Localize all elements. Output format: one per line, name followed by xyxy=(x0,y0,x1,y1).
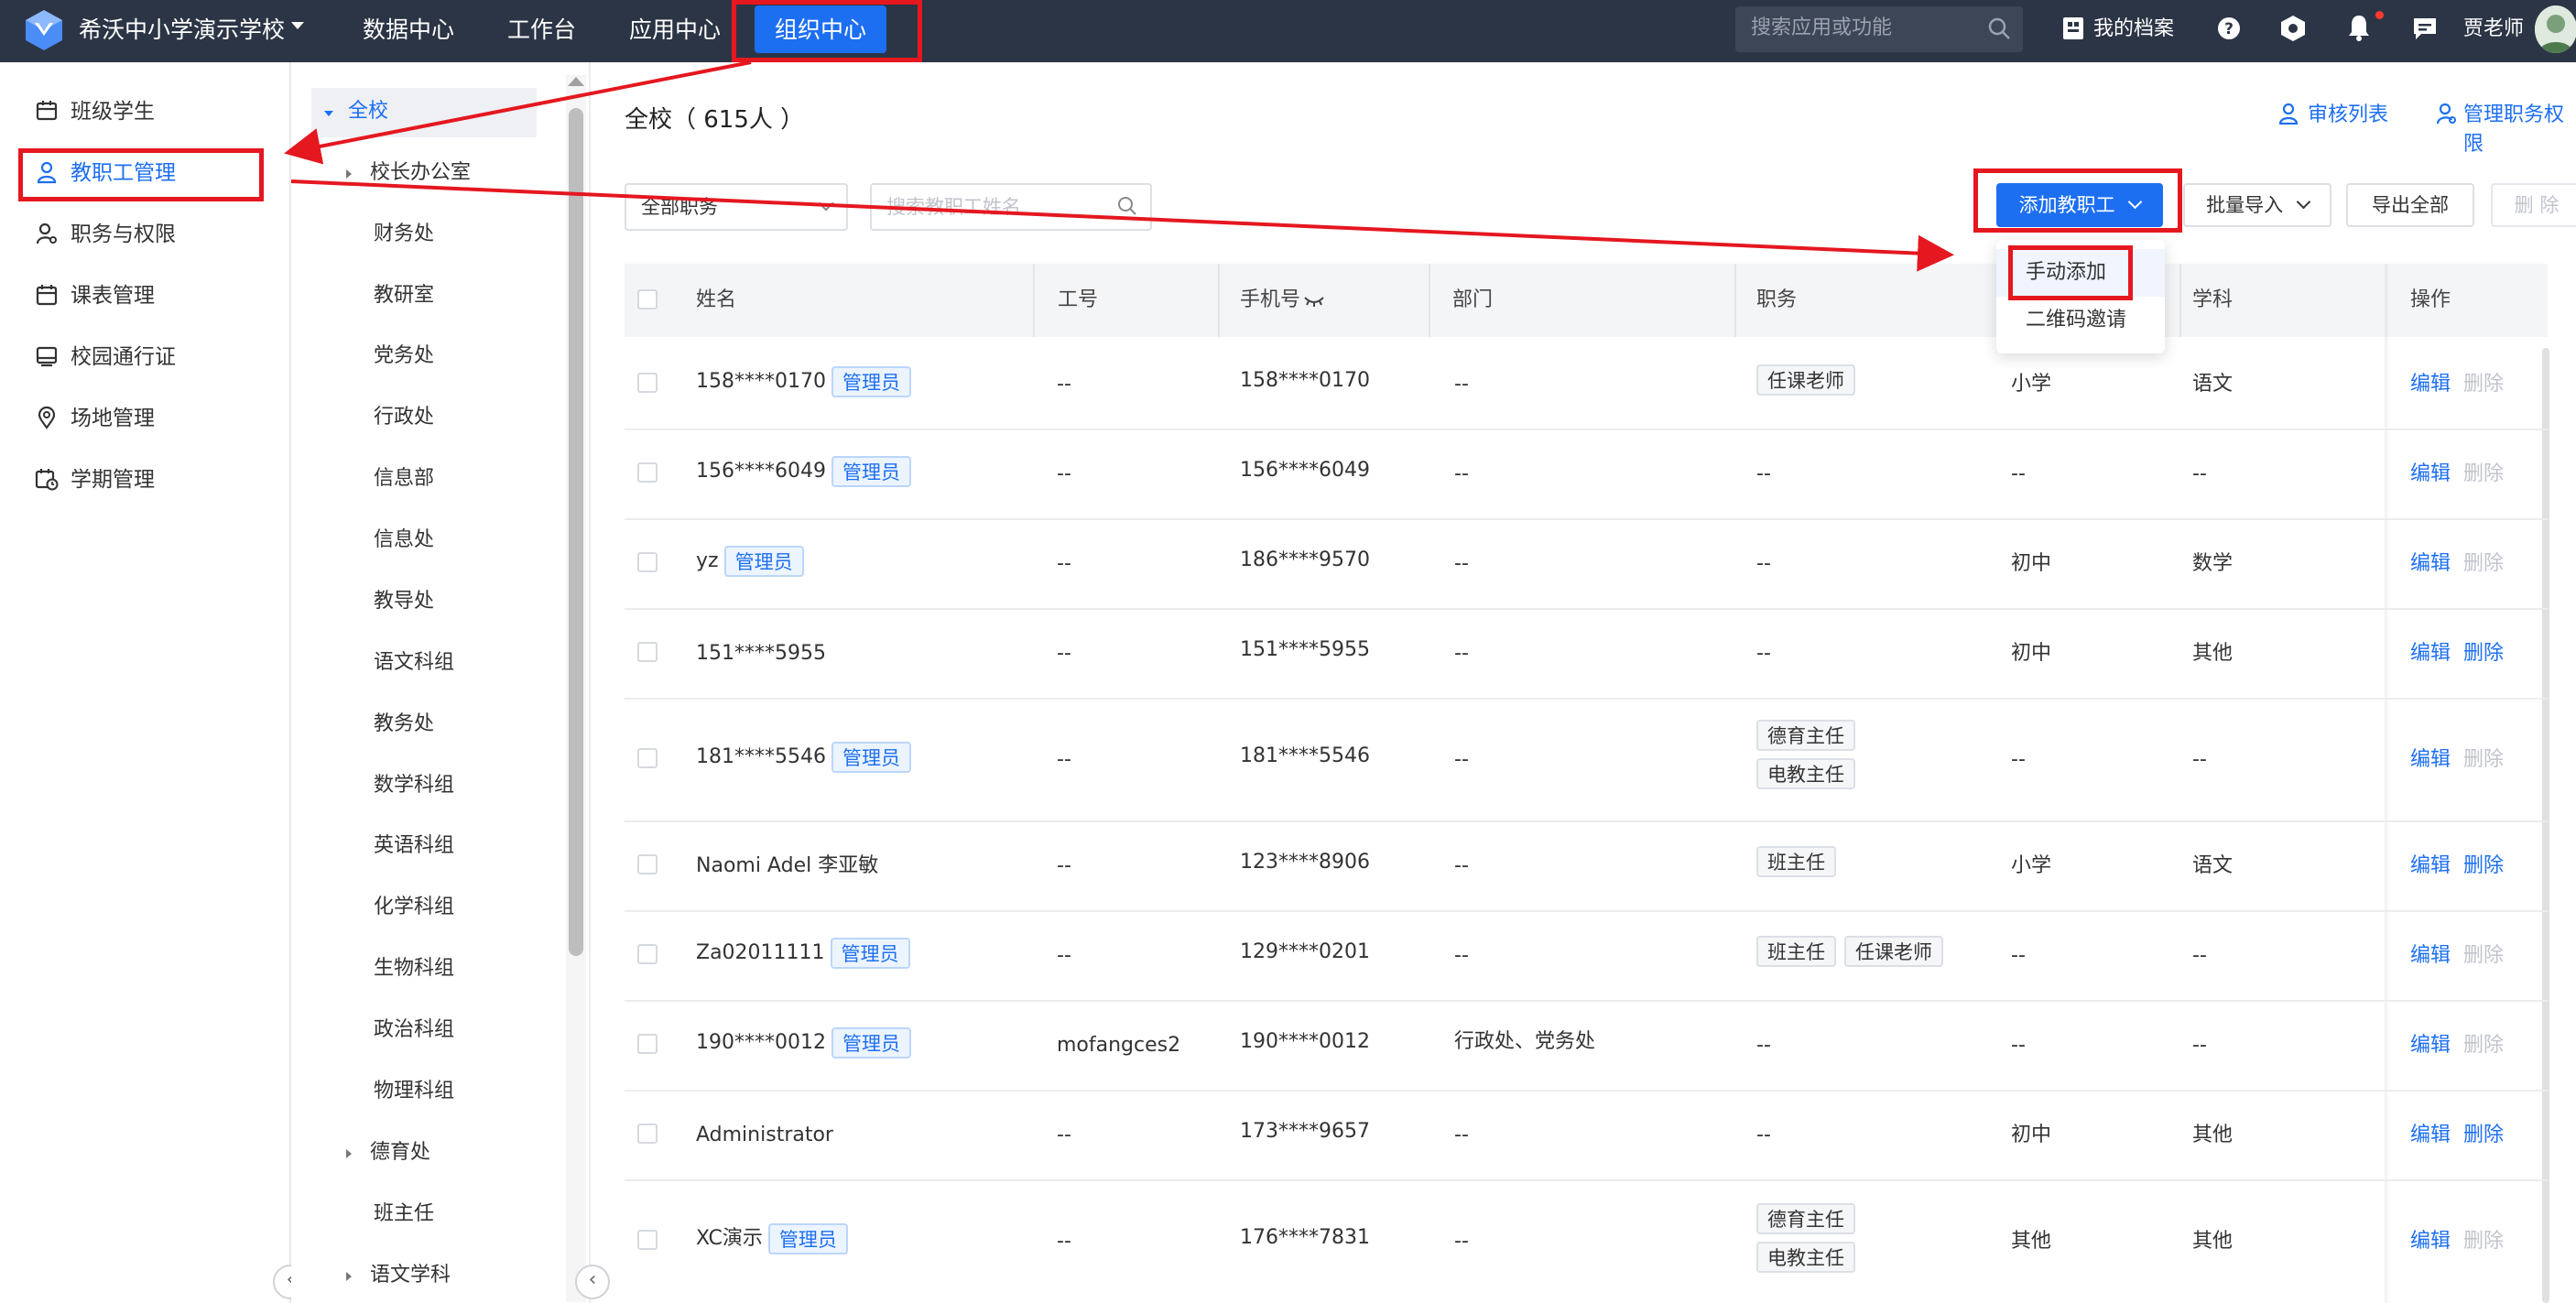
annotation-arrow-to-add xyxy=(290,179,1954,272)
annotation-arrow-to-staff xyxy=(284,60,752,165)
annotation-arrows xyxy=(284,60,1954,272)
